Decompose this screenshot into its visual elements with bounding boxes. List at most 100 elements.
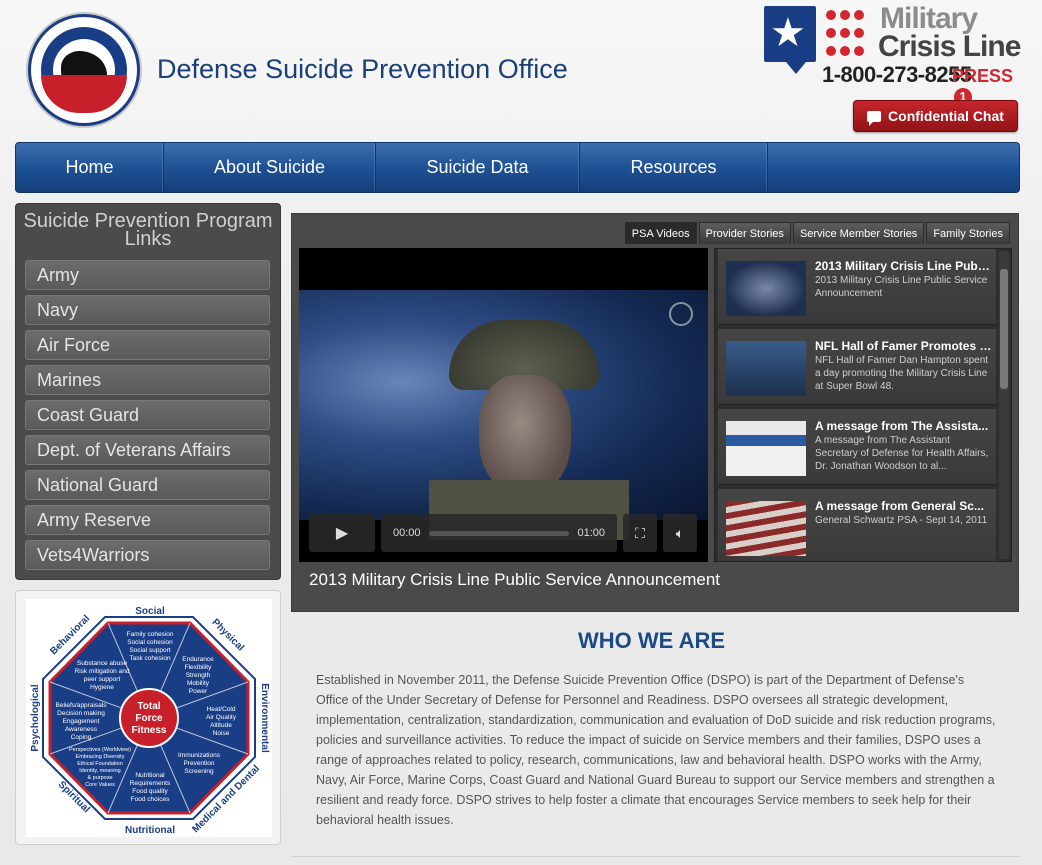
tff-environmental-item: Altitude xyxy=(210,722,232,729)
playlist-scroll-thumb[interactable] xyxy=(1000,269,1008,389)
playlist-item-desc: A message from The Assistant Secretary o… xyxy=(815,435,989,472)
tff-social: Social xyxy=(135,606,165,617)
total-force-fitness-panel: Total Force Fitness Social Nutritional P… xyxy=(15,590,281,845)
playlist-scrollbar[interactable] xyxy=(999,251,1009,559)
military-crisis-line-logo[interactable]: ★ Military Crisis Line 1-800-273-8255 PR… xyxy=(764,2,1024,106)
tff-behavioral-item: Hygiene xyxy=(90,684,114,691)
video-playlist: 2013 Military Crisis Line Publi... 2013 … xyxy=(714,248,1012,562)
volume-icon[interactable]: 🔈︎ xyxy=(663,514,697,552)
tff-social-item: Task cohesion xyxy=(129,655,171,662)
playlist-thumbnail xyxy=(726,261,806,316)
tff-environmental-item: Air Quality xyxy=(206,714,237,721)
play-icon[interactable]: ▶ xyxy=(309,514,375,552)
link-air-force[interactable]: Air Force xyxy=(25,330,270,360)
link-vets4warriors[interactable]: Vets4Warriors xyxy=(25,540,270,570)
confidential-chat-button[interactable]: Confidential Chat xyxy=(853,100,1018,132)
nav-suicide-data[interactable]: Suicide Data xyxy=(376,143,580,192)
video-player[interactable]: ▶ 00:00 01:00 ⛶ 🔈︎ xyxy=(299,248,708,562)
link-army[interactable]: Army xyxy=(25,260,270,290)
video-duration: 01:00 xyxy=(577,527,605,539)
video-current-time: 00:00 xyxy=(393,527,421,539)
tff-psychological: Psychological xyxy=(30,684,41,751)
total-force-fitness-graphic[interactable]: Total Force Fitness Social Nutritional P… xyxy=(26,599,272,837)
chat-button-label: Confidential Chat xyxy=(888,108,1004,124)
who-we-are-body: Established in November 2011, the Defens… xyxy=(316,673,996,827)
playlist-item-title: 2013 Military Crisis Line Publi... xyxy=(815,259,993,273)
tff-physical-item: Strength xyxy=(186,672,211,679)
tab-family-stories[interactable]: Family Stories xyxy=(926,222,1010,244)
tff-behavioral-item: Risk mitigation and xyxy=(75,668,130,675)
tff-spiritual-item: Embracing Diversity xyxy=(76,754,125,760)
tff-physical-item: Power xyxy=(189,688,208,695)
link-national-guard[interactable]: National Guard xyxy=(25,470,270,500)
tff-psychological-item: Decision making xyxy=(57,710,105,717)
tff-psychological-item: Coping xyxy=(71,734,92,741)
link-coast-guard[interactable]: Coast Guard xyxy=(25,400,270,430)
tab-service-member-stories[interactable]: Service Member Stories xyxy=(792,222,925,244)
main-nav: Home About Suicide Suicide Data Resource… xyxy=(15,142,1020,193)
tff-nutritional-item: Food choices xyxy=(131,796,170,803)
tff-psychological-item: Beliefs/appraisals xyxy=(56,702,108,709)
tff-medical-item: Screening xyxy=(184,768,214,775)
tff-environmental: Environmental xyxy=(259,683,270,753)
playlist-item-title: A message from General Sc... xyxy=(815,499,984,513)
tff-nutritional-item: Requirements xyxy=(130,780,171,787)
tff-spiritual-item: Core Values xyxy=(85,782,115,788)
playlist-item-title: A message from The Assista... xyxy=(815,419,989,433)
crisis-line-word-crisis: Crisis Line xyxy=(878,30,1021,63)
video-tabs: PSA Videos Provider Stories Service Memb… xyxy=(624,222,1010,244)
link-navy[interactable]: Navy xyxy=(25,295,270,325)
playlist-item[interactable]: 2013 Military Crisis Line Publi... 2013 … xyxy=(718,249,996,325)
video-gallery-panel: PSA Videos Provider Stories Service Memb… xyxy=(291,213,1019,612)
playlist-item[interactable]: A message from General Sc... General Sch… xyxy=(718,489,996,561)
tff-psychological-item: Engagement xyxy=(63,718,100,725)
nav-resources[interactable]: Resources xyxy=(580,143,768,192)
playlist-thumbnail xyxy=(726,501,806,556)
link-veterans-affairs[interactable]: Dept. of Veterans Affairs xyxy=(25,435,270,465)
press-label: PRESS xyxy=(952,66,1014,86)
tff-environmental-item: Heat/Cold xyxy=(207,706,236,713)
video-caption: 2013 Military Crisis Line Public Service… xyxy=(309,570,721,589)
dspo-seal-logo[interactable] xyxy=(28,14,140,126)
playlist-thumbnail xyxy=(726,421,806,476)
link-army-reserve[interactable]: Army Reserve xyxy=(25,505,270,535)
tff-behavioral-item: peer support xyxy=(84,676,121,683)
program-links-title: Suicide Prevention Program Links xyxy=(23,210,273,250)
tff-spiritual-item: Identity, meaning xyxy=(79,768,120,774)
tff-nutritional-item: Food quality xyxy=(132,788,168,795)
playlist-item-title: NFL Hall of Famer Promotes M... xyxy=(815,339,993,353)
nav-home[interactable]: Home xyxy=(16,143,164,192)
video-progress[interactable]: 00:00 01:00 xyxy=(381,514,617,552)
who-we-are-heading: WHO WE ARE xyxy=(578,628,726,653)
crisis-line-phone: 1-800-273-8255 xyxy=(822,62,972,87)
program-links-panel: Suicide Prevention Program Links Army Na… xyxy=(15,203,281,580)
seal-banner xyxy=(41,75,127,113)
tab-psa-videos[interactable]: PSA Videos xyxy=(624,222,697,244)
tff-nutritional-item: Nutritional xyxy=(135,772,165,779)
video-controls: ▶ 00:00 01:00 ⛶ 🔈︎ xyxy=(309,514,699,554)
star-bubble-icon: ★ xyxy=(764,6,816,74)
playlist-item[interactable]: A message from The Assista... A message … xyxy=(718,409,996,485)
video-watermark-icon xyxy=(669,302,693,326)
tff-center-3: Fitness xyxy=(131,725,166,736)
tff-center-2: Force xyxy=(135,713,163,724)
dots-icon xyxy=(824,8,874,62)
tff-medical-item: Immunizations xyxy=(178,752,221,759)
fullscreen-icon[interactable]: ⛶ xyxy=(623,514,657,552)
playlist-item-desc: NFL Hall of Famer Dan Hampton spent a da… xyxy=(815,355,989,392)
tff-spiritual-item: Ethical Foundation xyxy=(77,761,123,767)
nav-about-suicide[interactable]: About Suicide xyxy=(164,143,376,192)
tff-physical-item: Flexibility xyxy=(185,664,212,671)
site-title[interactable]: Defense Suicide Prevention Office xyxy=(157,54,568,85)
video-seek-track[interactable] xyxy=(428,530,570,536)
tff-spiritual-item: & purpose xyxy=(87,775,112,781)
playlist-item[interactable]: NFL Hall of Famer Promotes M... NFL Hall… xyxy=(718,329,996,405)
tff-environmental-item: Noise xyxy=(213,730,230,737)
tff-behavioral-item: Substance abuse xyxy=(77,660,128,667)
tff-social-item: Social cohesion xyxy=(127,639,173,646)
tff-center-1: Total xyxy=(137,701,160,712)
playlist-thumbnail xyxy=(726,341,806,396)
tab-provider-stories[interactable]: Provider Stories xyxy=(698,222,791,244)
tff-psychological-item: Awareness xyxy=(65,726,98,733)
link-marines[interactable]: Marines xyxy=(25,365,270,395)
